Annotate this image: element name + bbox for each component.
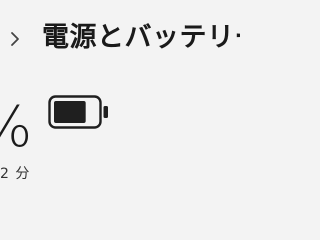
battery-level-fill bbox=[54, 101, 86, 123]
page-title: 電源とバッテリー bbox=[42, 22, 240, 53]
chevron-right-icon bbox=[8, 27, 24, 51]
settings-page: 電源とバッテリー % 2 分 bbox=[0, 0, 240, 240]
battery-time-remaining: 2 分 bbox=[0, 166, 31, 182]
battery-icon bbox=[48, 95, 110, 129]
battery-percent-sign: % bbox=[0, 95, 32, 160]
battery-percent: % bbox=[0, 92, 32, 164]
